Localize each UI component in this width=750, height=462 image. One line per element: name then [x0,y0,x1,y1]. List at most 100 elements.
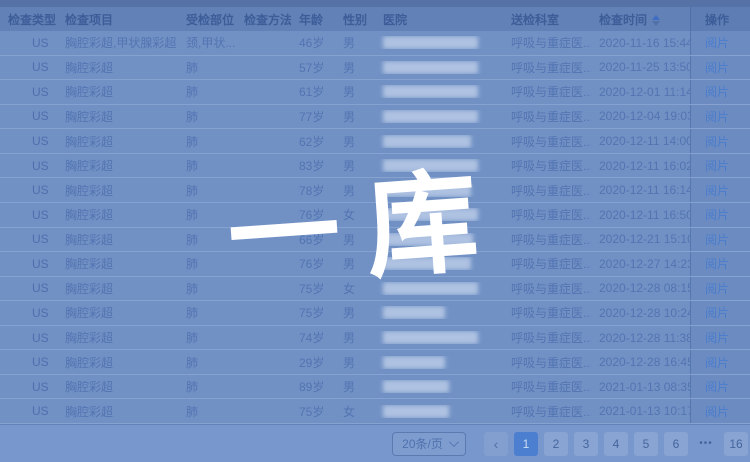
view-images-link[interactable]: 阅片 [705,378,729,395]
chevron-down-icon [449,437,459,447]
cell-age: 62岁 [291,133,335,150]
cell-body-part: 肺 [178,280,236,297]
cell-exam-type: US [0,159,57,173]
sort-desc-icon[interactable] [652,21,660,26]
prev-page-button[interactable]: ‹ [484,432,508,456]
page-button-16[interactable]: 16 [724,432,748,456]
redacted-hospital-value [383,159,478,172]
cell-exam-time: 2020-12-28 11:38:11 [591,331,690,345]
cell-action: 阅片 [690,350,750,374]
view-images-link[interactable]: 阅片 [705,157,729,174]
view-images-link[interactable]: 阅片 [705,133,729,150]
page-ellipsis-button[interactable]: ••• [694,432,718,456]
redacted-hospital-value [383,135,471,148]
cell-department: 呼吸与重症医... [503,182,591,199]
cell-hospital [375,110,503,123]
cell-age: 66岁 [291,231,335,248]
cell-body-part: 肺 [178,255,236,272]
redacted-hospital-value [383,380,449,393]
sort-control[interactable] [652,15,660,26]
view-images-link[interactable]: 阅片 [705,59,729,76]
cell-exam-type: US [0,183,57,197]
table-body: US 胸腔彩超,甲状腺彩超 颈,甲状... 46岁 男 呼吸与重症医... 20… [0,31,750,424]
redacted-hospital-value [383,61,478,74]
cell-body-part: 肺 [178,206,236,223]
page-button-1[interactable]: 1 [514,432,538,456]
redacted-hospital-value [383,405,449,418]
view-images-link[interactable]: 阅片 [705,182,729,199]
cell-department: 呼吸与重症医... [503,231,591,248]
view-images-link[interactable]: 阅片 [705,83,729,100]
cell-exam-item: 胸腔彩超 [57,329,178,346]
column-header-gender: 性别 [335,11,375,28]
cell-hospital [375,85,503,98]
column-header-exam-time[interactable]: 检查时间 [591,11,690,28]
cell-hospital [375,282,503,295]
cell-exam-type: US [0,134,57,148]
cell-body-part: 肺 [178,133,236,150]
cell-gender: 男 [335,231,375,248]
redacted-hospital-value [383,85,478,98]
cell-exam-time: 2020-12-04 19:03:24 [591,109,690,123]
table-row: US 胸腔彩超,甲状腺彩超 颈,甲状... 46岁 男 呼吸与重症医... 20… [0,31,750,56]
cell-exam-time: 2020-11-25 13:50:01 [591,60,690,74]
view-images-link[interactable]: 阅片 [705,206,729,223]
column-header-body-part: 受检部位 [178,11,236,28]
page-button-2[interactable]: 2 [544,432,568,456]
table-row: US 胸腔彩超 肺 75岁 女 呼吸与重症医... 2021-01-13 10:… [0,399,750,424]
table-row: US 胸腔彩超 肺 89岁 男 呼吸与重症医... 2021-01-13 08:… [0,375,750,400]
cell-age: 46岁 [291,34,335,51]
pagination-bar: 20条/页 ‹ 123456•••16 [0,424,750,462]
view-images-link[interactable]: 阅片 [705,108,729,125]
cell-exam-type: US [0,208,57,222]
cell-department: 呼吸与重症医... [503,354,591,371]
cell-department: 呼吸与重症医... [503,108,591,125]
cell-body-part: 肺 [178,182,236,199]
cell-gender: 男 [335,304,375,321]
cell-gender: 男 [335,182,375,199]
cell-body-part: 颈,甲状... [178,34,236,51]
cell-action: 阅片 [690,178,750,202]
cell-department: 呼吸与重症医... [503,378,591,395]
cell-exam-time: 2021-01-13 08:35:05 [591,380,690,394]
view-images-link[interactable]: 阅片 [705,280,729,297]
page-button-4[interactable]: 4 [604,432,628,456]
cell-hospital [375,208,503,221]
cell-exam-time: 2020-11-16 15:44:49 [591,36,690,50]
page-button-3[interactable]: 3 [574,432,598,456]
cell-age: 74岁 [291,329,335,346]
cell-hospital [375,257,503,270]
cell-exam-time: 2020-12-11 14:00:14 [591,134,690,148]
view-images-link[interactable]: 阅片 [705,329,729,346]
view-images-link[interactable]: 阅片 [705,231,729,248]
cell-age: 83岁 [291,157,335,174]
column-header-action: 操作 [690,7,750,31]
sort-asc-icon[interactable] [652,15,660,20]
view-images-link[interactable]: 阅片 [705,255,729,272]
cell-action: 阅片 [690,154,750,178]
view-images-link[interactable]: 阅片 [705,403,729,420]
cell-department: 呼吸与重症医... [503,206,591,223]
view-images-link[interactable]: 阅片 [705,354,729,371]
page-size-select[interactable]: 20条/页 [392,432,466,456]
page-button-6[interactable]: 6 [664,432,688,456]
cell-action: 阅片 [690,80,750,104]
cell-department: 呼吸与重症医... [503,255,591,272]
cell-exam-type: US [0,85,57,99]
cell-age: 75岁 [291,304,335,321]
cell-gender: 男 [335,133,375,150]
cell-hospital [375,135,503,148]
column-header-hospital: 医院 [375,11,503,28]
view-images-link[interactable]: 阅片 [705,34,729,51]
cell-exam-item: 胸腔彩超 [57,133,178,150]
view-images-link[interactable]: 阅片 [705,304,729,321]
cell-gender: 男 [335,255,375,272]
cell-exam-item: 胸腔彩超 [57,83,178,100]
column-header-exam-method: 检查方法 [236,11,291,28]
cell-exam-type: US [0,355,57,369]
cell-hospital [375,356,503,369]
cell-exam-time: 2020-12-28 10:24:30 [591,306,690,320]
page-button-5[interactable]: 5 [634,432,658,456]
cell-body-part: 肺 [178,304,236,321]
cell-age: 29岁 [291,354,335,371]
